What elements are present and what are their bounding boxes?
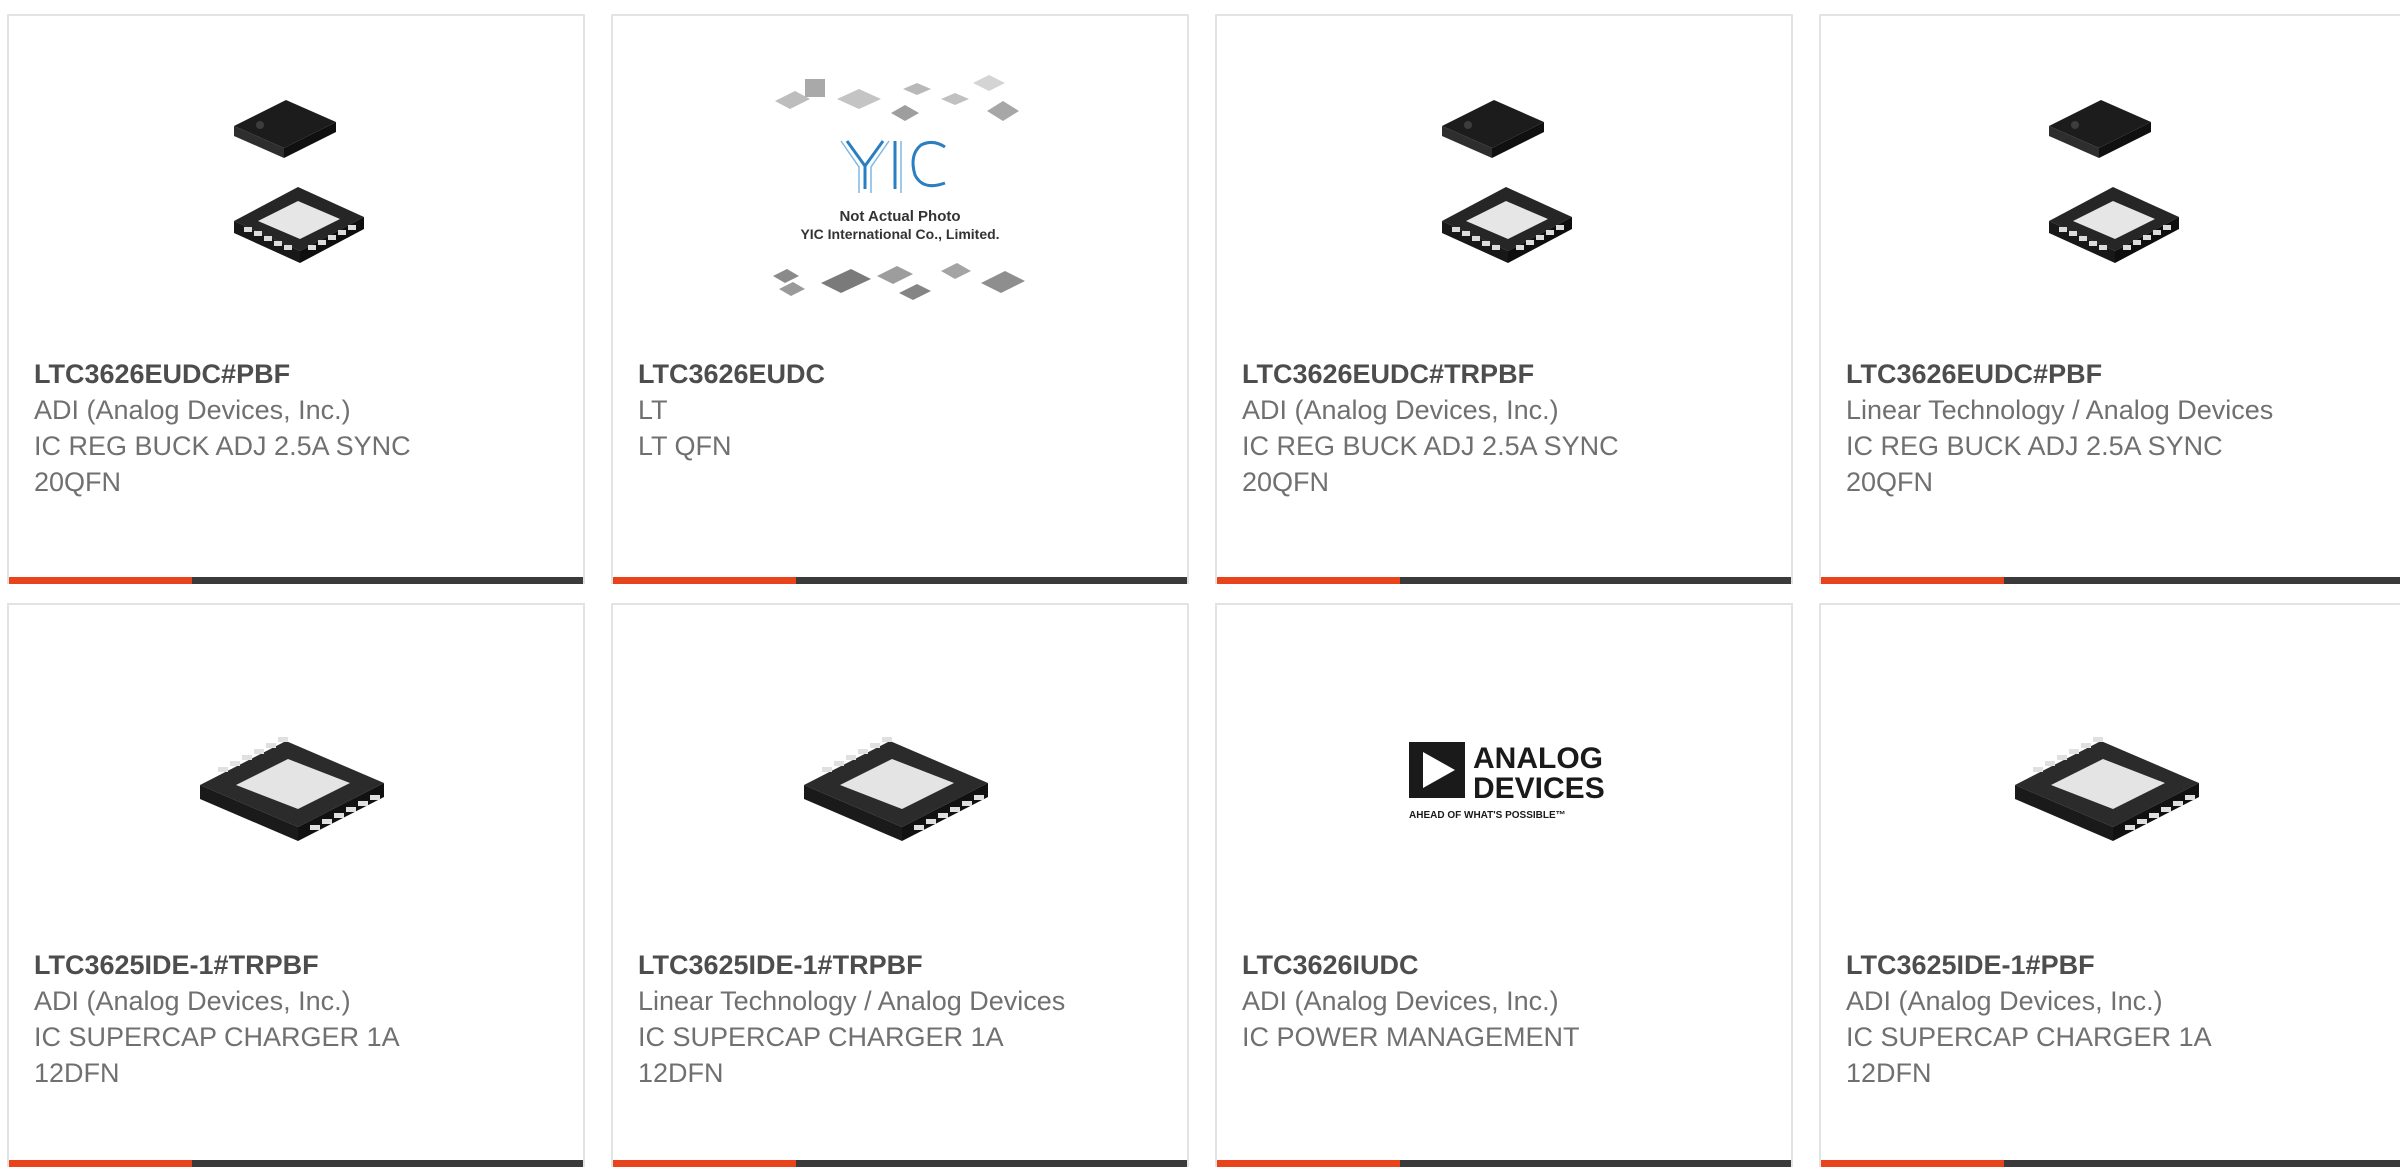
part-number[interactable]: LTC3626EUDC — [638, 356, 1078, 392]
product-info: LTC3626EUDC#PBF Linear Technology / Anal… — [1846, 356, 2286, 500]
card-bottom-bar — [1821, 1160, 2400, 1167]
description: IC POWER MANAGEMENT — [1242, 1022, 1580, 1052]
part-number[interactable]: LTC3625IDE-1#TRPBF — [638, 947, 1078, 983]
product-image[interactable] — [613, 675, 1187, 885]
part-number[interactable]: LTC3626EUDC#PBF — [34, 356, 474, 392]
analog-devices-logo: ANALOG DEVICES AHEAD OF WHAT'S POSSIBLE™ — [1409, 742, 1605, 821]
product-grid: LTC3626EUDC#PBF ADI (Analog Devices, Inc… — [0, 0, 2400, 1167]
description: IC REG BUCK ADJ 2.5A SYNC 20QFN — [1242, 431, 1619, 497]
manufacturer: ADI (Analog Devices, Inc.) — [34, 986, 351, 1016]
product-card[interactable]: LTC3625IDE-1#PBF ADI (Analog Devices, In… — [1819, 603, 2400, 1167]
manufacturer: ADI (Analog Devices, Inc.) — [1242, 986, 1559, 1016]
description: IC REG BUCK ADJ 2.5A SYNC 20QFN — [1846, 431, 2223, 497]
product-image[interactable] — [1217, 86, 1791, 296]
card-bottom-bar — [9, 577, 583, 584]
dfn12-chip-icon — [804, 737, 988, 841]
product-card[interactable]: LTC3626EUDC#PBF ADI (Analog Devices, Inc… — [7, 14, 585, 584]
part-number[interactable]: LTC3626IUDC — [1242, 947, 1682, 983]
product-info: LTC3626EUDC#TRPBF ADI (Analog Devices, I… — [1242, 356, 1682, 500]
description: IC SUPERCAP CHARGER 1A 12DFN — [34, 1022, 399, 1088]
description: LT QFN — [638, 431, 732, 461]
description: IC SUPERCAP CHARGER 1A 12DFN — [1846, 1022, 2211, 1088]
product-image[interactable] — [9, 86, 583, 296]
manufacturer: ADI (Analog Devices, Inc.) — [1846, 986, 2163, 1016]
manufacturer: ADI (Analog Devices, Inc.) — [34, 395, 351, 425]
product-image[interactable] — [9, 675, 583, 885]
logo-line1: ANALOG — [1473, 742, 1603, 775]
product-image[interactable] — [1821, 675, 2400, 885]
part-number[interactable]: LTC3626EUDC#PBF — [1846, 356, 2286, 392]
part-number[interactable]: LTC3625IDE-1#TRPBF — [34, 947, 474, 983]
product-card[interactable]: LTC3625IDE-1#TRPBF Linear Technology / A… — [611, 603, 1189, 1167]
card-bottom-bar — [1217, 577, 1791, 584]
part-number[interactable]: LTC3626EUDC#TRPBF — [1242, 356, 1682, 392]
product-info: LTC3625IDE-1#TRPBF Linear Technology / A… — [638, 947, 1078, 1091]
card-bottom-bar — [1821, 577, 2400, 584]
placeholder-line1: Not Actual Photo — [839, 208, 960, 225]
logo-tagline: AHEAD OF WHAT'S POSSIBLE™ — [1409, 810, 1566, 821]
card-bottom-bar — [613, 577, 1187, 584]
product-image[interactable] — [1821, 86, 2400, 296]
product-card[interactable]: LTC3626EUDC#TRPBF ADI (Analog Devices, I… — [1215, 14, 1793, 584]
part-number[interactable]: LTC3625IDE-1#PBF — [1846, 947, 2286, 983]
product-card[interactable]: LTC3626EUDC#PBF Linear Technology / Anal… — [1819, 14, 2400, 584]
qfn20-chip-icon — [2048, 100, 2179, 263]
dfn12-chip-icon — [2014, 737, 2199, 841]
product-image[interactable]: Not Actual Photo YIC International Co., … — [613, 75, 1187, 300]
product-info: LTC3626IUDC ADI (Analog Devices, Inc.) I… — [1242, 947, 1682, 1055]
product-card[interactable]: Not Actual Photo YIC International Co., … — [611, 14, 1189, 584]
product-card[interactable]: ANALOG DEVICES AHEAD OF WHAT'S POSSIBLE™… — [1215, 603, 1793, 1167]
logo-line2: DEVICES — [1473, 772, 1605, 805]
product-image[interactable]: ANALOG DEVICES AHEAD OF WHAT'S POSSIBLE™ — [1217, 675, 1791, 885]
yic-placeholder-logo: Not Actual Photo YIC International Co., … — [773, 75, 1025, 300]
card-bottom-bar — [9, 1160, 583, 1167]
card-bottom-bar — [613, 1160, 1187, 1167]
card-bottom-bar — [1217, 1160, 1791, 1167]
dfn12-chip-icon — [200, 737, 384, 841]
manufacturer: Linear Technology / Analog Devices — [1846, 395, 2274, 425]
description: IC SUPERCAP CHARGER 1A 12DFN — [638, 1022, 1003, 1088]
manufacturer: ADI (Analog Devices, Inc.) — [1242, 395, 1559, 425]
product-card[interactable]: LTC3625IDE-1#TRPBF ADI (Analog Devices, … — [7, 603, 585, 1167]
placeholder-line2: YIC International Co., Limited. — [800, 226, 999, 242]
description: IC REG BUCK ADJ 2.5A SYNC 20QFN — [34, 431, 411, 497]
manufacturer: Linear Technology / Analog Devices — [638, 986, 1066, 1016]
product-info: LTC3626EUDC#PBF ADI (Analog Devices, Inc… — [34, 356, 474, 500]
product-info: LTC3625IDE-1#PBF ADI (Analog Devices, In… — [1846, 947, 2286, 1091]
qfn20-chip-icon — [1442, 100, 1572, 263]
product-info: LTC3625IDE-1#TRPBF ADI (Analog Devices, … — [34, 947, 474, 1091]
manufacturer: LT — [638, 395, 668, 425]
qfn20-chip-icon — [234, 100, 364, 263]
product-info: LTC3626EUDC LT LT QFN — [638, 356, 1078, 464]
